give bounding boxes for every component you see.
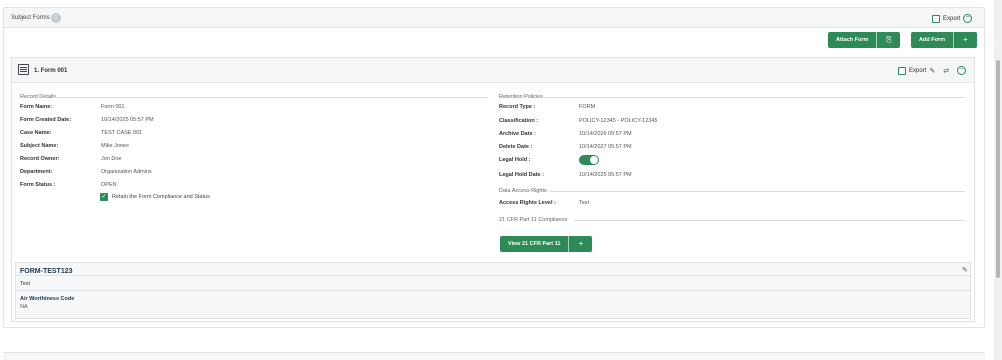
field-label: Form Created Date: [20, 117, 72, 123]
data-access-rule [550, 191, 965, 192]
field-label: Record Owner: [20, 156, 60, 162]
next-panel-header [3, 352, 985, 360]
legal-hold-toggle[interactable] [579, 155, 599, 165]
retention-policies-heading: Retention Policies [499, 94, 544, 100]
form-title: 1. Form 001 [34, 68, 68, 74]
sub-form-subtitle: Test [20, 281, 31, 287]
sub-form-edit-icon[interactable]: ✎ [962, 266, 968, 274]
attach-icon: ⎘ [876, 32, 900, 48]
record-details-rule [52, 97, 488, 98]
collapse-form-icon[interactable]: − [957, 66, 967, 75]
field-label: Department: [20, 169, 53, 175]
attach-form-button[interactable]: Attach Form ⎘ [828, 32, 901, 48]
form-export-label: Export [909, 67, 927, 74]
field-value: Test [579, 200, 590, 206]
view-cfr-button[interactable]: View 21 CFR Part 11 + [500, 236, 593, 252]
edit-icon[interactable]: ✎ [929, 67, 935, 75]
sub-form-divider [16, 290, 970, 291]
sub-form-title: FORM-TEST123 [20, 268, 73, 275]
field-label: Legal Hold Date : [499, 172, 544, 178]
field-label: Access Rights Level : [499, 200, 556, 206]
page-scrollbar[interactable] [994, 0, 1002, 360]
field-label: Form Name: [20, 104, 53, 110]
field-label: Case Name: [20, 130, 52, 136]
air-worthiness-value: NA [20, 304, 28, 310]
field-value: Organization Admins [101, 169, 152, 175]
field-value: FORM [579, 104, 596, 110]
share-icon[interactable]: ⇄ [943, 67, 949, 75]
form-card: 1. Form 001 Export ✎ ⇄ − Record Details … [11, 57, 975, 322]
subject-forms-header: Subject Forms 1 Export − [4, 8, 984, 28]
field-value: Form 001 [101, 104, 125, 110]
field-label: Subject Name: [20, 143, 59, 149]
subject-forms-export-checkbox[interactable] [932, 14, 940, 23]
add-form-label: Add Form [919, 37, 945, 43]
form-header: 1. Form 001 Export ✎ ⇄ − [12, 58, 974, 83]
plus-icon: + [952, 32, 977, 48]
field-label: Legal Hold : [499, 157, 531, 163]
field-value: 10/14/2027 05:57 PM [579, 144, 632, 150]
sub-form-header [16, 263, 970, 276]
field-value: TEST CASE 001 [101, 130, 143, 136]
retain-compliance-label: Retain the Form Compliance and Status [112, 194, 210, 200]
subject-forms-export-group: Export − [932, 14, 973, 23]
cfr-compliance-heading: 21 CFR Part 11 Compliance [499, 217, 568, 223]
retention-policies-rule [542, 97, 965, 98]
field-value: 10/14/2025 05:57 PM [579, 172, 632, 178]
field-value: 10/14/2025 05:57 PM [101, 117, 154, 123]
field-value: 10/14/2026 05:57 PM [579, 131, 632, 137]
data-access-rights-heading: Data Access Rights [499, 188, 547, 194]
record-details-heading: Record Details [20, 94, 57, 100]
attach-form-label: Attach Form [836, 37, 869, 43]
form-export-checkbox[interactable] [898, 66, 906, 75]
field-label: Delete Date : [499, 144, 533, 150]
retain-compliance-row: ✓ Retain the Form Compliance and Status [100, 193, 210, 201]
collapse-subject-forms-icon[interactable]: − [963, 14, 973, 23]
scrollbar-thumb[interactable] [996, 60, 1000, 278]
field-value: POLICY-12345 - POLICY-12345 [579, 118, 658, 124]
cfr-rule [574, 220, 965, 221]
field-value: Mike Jones [101, 143, 129, 149]
form-export-group: Export ✎ ⇄ − [898, 66, 967, 75]
plus-icon: + [568, 236, 592, 252]
field-value: Jon Doe [101, 156, 122, 162]
subject-forms-count-badge: 1 [51, 13, 61, 23]
field-label: Record Type : [499, 104, 536, 110]
field-label: Classification : [499, 118, 539, 124]
view-cfr-label: View 21 CFR Part 11 [508, 241, 561, 247]
form-document-icon [18, 64, 29, 75]
retain-compliance-checkbox[interactable]: ✓ [100, 193, 108, 201]
subject-forms-export-label: Export [943, 15, 961, 22]
sub-form-card: FORM-TEST123 ✎ Test Air Worthiness Code … [15, 262, 971, 319]
field-value: OPEN [101, 182, 117, 188]
field-label: Form Status : [20, 182, 56, 188]
air-worthiness-label: Air Worthiness Code [20, 296, 75, 302]
subject-forms-title: Subject Forms [11, 15, 50, 21]
add-form-button[interactable]: Add Form + [911, 32, 977, 48]
field-label: Archive Date : [499, 131, 536, 137]
